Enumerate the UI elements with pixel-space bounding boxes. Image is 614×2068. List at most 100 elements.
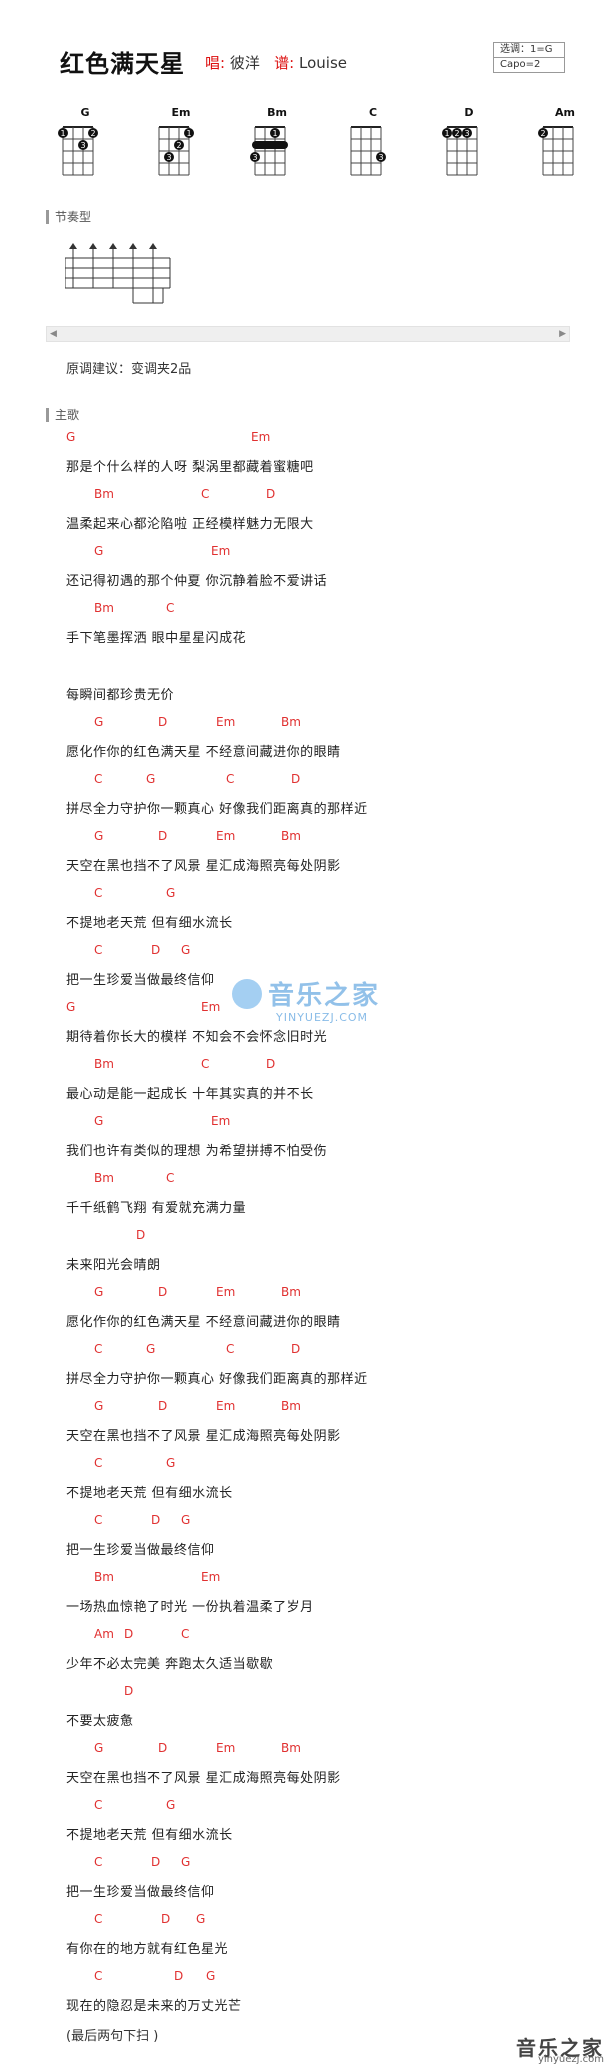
chord-symbol: Bm — [94, 487, 114, 501]
chord-symbol: C — [94, 1912, 103, 1926]
chord-row: CDG — [66, 1513, 586, 1529]
chord-symbol: G — [94, 1285, 104, 1299]
song-title: 红色满天星 — [60, 50, 185, 78]
lyric-line: C D G 有你在的地方就有红色星光 — [66, 1900, 586, 1957]
chord-row: Bm C — [66, 1171, 586, 1187]
chord-symbol: D — [124, 1627, 134, 1641]
chord-symbol: G — [66, 1000, 76, 1014]
chord-symbol: Bm — [281, 1399, 301, 1413]
chord-symbol: D — [174, 1969, 184, 1983]
lyric-line: C G 不提地老天荒 但有细水流长 — [66, 1444, 586, 1501]
horizontal-scrollbar[interactable]: ◀ ▶ — [46, 326, 570, 342]
chord-name: Am — [555, 106, 575, 119]
lyric-text: 千千纸鹤飞翔 有爱就充满力量 — [66, 1201, 247, 1216]
lyric-text: 有你在的地方就有红色星光 — [66, 1942, 229, 1957]
chord-symbol: G — [94, 1399, 104, 1413]
chord-symbol: C — [94, 1969, 103, 1983]
chord-row: CG — [66, 1456, 586, 1472]
chord-symbol: D — [291, 1342, 301, 1356]
chord-symbol: Em — [216, 1741, 236, 1755]
finger-number: 1 — [186, 129, 191, 138]
chord-symbol: C — [94, 1513, 103, 1527]
chord-symbol: G — [94, 715, 104, 729]
chord-grid: 123 — [58, 126, 98, 176]
lyric-text: 拼尽全力守护你一颗真心 好像我们距离真的那样近 — [66, 802, 368, 817]
lyric-text: 温柔起来心都沦陷啦 正经模样魅力无限大 — [66, 517, 314, 532]
chord-symbol: D — [266, 487, 276, 501]
chord-row: Bm C — [66, 601, 586, 617]
lyric-text: 愿化作你的红色满天星 不经意间藏进你的眼睛 — [66, 1315, 341, 1330]
chord-row: Bm C D — [66, 1057, 586, 1073]
lyrics-sheet: G Em 那是个什么样的人呀 梨涡里都藏着蜜糖吧 Bm C D 温柔起来心都沦陷啦 正经模样… — [66, 418, 586, 2014]
ending-note: (最后两句下扫 ) — [66, 2029, 159, 2044]
lyric-line: G D Em Bm 天空在黑也挡不了风景 星汇成海照亮每处阴影 — [66, 1729, 586, 1786]
chord-symbol: C — [94, 886, 103, 900]
chord-grid: 13 — [250, 126, 288, 176]
lyric-line: C D G 把一生珍爱当做最终信仰 — [66, 1843, 586, 1900]
key-info: 选调：1=G — [500, 44, 553, 55]
chord-symbol: C — [166, 1171, 175, 1185]
chord-grid: 2 — [538, 126, 574, 176]
lyric-text: 天空在黑也挡不了风景 星汇成海照亮每处阴影 — [66, 1771, 341, 1786]
chord-symbol: G — [66, 430, 76, 444]
scroll-left-icon[interactable]: ◀ — [50, 329, 57, 339]
chord-grid: 123 — [442, 126, 478, 176]
lyric-line: Bm Em 一场热血惊艳了时光 一份执着温柔了岁月 — [66, 1558, 586, 1615]
chord-symbol: G — [166, 1798, 176, 1812]
lyric-line: Bm C 手下笔墨挥洒 眼中星星闪成花 — [66, 589, 586, 646]
finger-number: 1 — [272, 129, 277, 138]
barre-mark — [252, 141, 288, 149]
finger-number: 2 — [454, 129, 459, 138]
chord-symbol: G — [196, 1912, 206, 1926]
lyric-text: 天空在黑也挡不了风景 星汇成海照亮每处阴影 — [66, 859, 341, 874]
chord-diagram-d: D 123 — [439, 106, 499, 186]
lyric-text: 手下笔墨挥洒 眼中星星闪成花 — [66, 631, 247, 646]
chord-symbol: Bm — [94, 601, 114, 615]
footer-logo: 音乐之家 yinyuezj.com — [478, 2032, 608, 2066]
chord-row: G D Em Bm — [66, 1741, 586, 1757]
chord-symbol: Bm — [281, 1285, 301, 1299]
lyric-text: 少年不必太完美 奔跑太久适当歇歇 — [66, 1657, 274, 1672]
chord-symbol: C — [201, 1057, 210, 1071]
chord-name: C — [368, 106, 378, 119]
chord-symbol: Em — [251, 430, 271, 444]
lyric-text: 不要太疲惫 — [66, 1714, 134, 1729]
chord-symbol: C — [94, 1798, 103, 1812]
finger-number: 3 — [378, 153, 383, 162]
lyric-text: 未来阳光会晴朗 — [66, 1258, 161, 1273]
chord-symbol: Em — [201, 1000, 221, 1014]
lyric-text: 拼尽全力守护你一颗真心 好像我们距离真的那样近 — [66, 1372, 368, 1387]
chord-symbol: G — [181, 943, 191, 957]
lyric-text: 还记得初遇的那个仲夏 你沉静着脸不爱讲话 — [66, 574, 328, 589]
chord-row: D — [66, 1684, 586, 1700]
chord-symbol: D — [151, 1855, 161, 1869]
chord-row: CDG — [66, 1912, 586, 1928]
scroll-right-icon[interactable]: ▶ — [559, 329, 566, 339]
chord-symbol: Em — [216, 829, 236, 843]
chord-symbol: C — [94, 943, 103, 957]
chord-symbol: D — [124, 1684, 134, 1698]
lyric-line: C D G 把一生珍爱当做最终信仰 — [66, 1501, 586, 1558]
chord-row: CG — [66, 1798, 586, 1814]
chord-diagrams: G 1 2 3 Em 1 2 3 Bm 1 3 C 3 D 1 2 3 Am 2 — [55, 106, 575, 186]
chord-diagram-am: Am 2 — [535, 106, 595, 186]
lyric-line: Bm C 千千纸鹤飞翔 有爱就充满力量 — [66, 1159, 586, 1216]
chord-row: Bm C D — [66, 487, 586, 503]
chord-name: Em — [171, 106, 191, 119]
lyric-line: C G C D 拼尽全力守护你一颗真心 好像我们距离真的那样近 — [66, 760, 586, 817]
finger-number: 3 — [80, 141, 85, 150]
chord-row: G D Em Bm — [66, 1399, 586, 1415]
chord-symbol: Am — [94, 1627, 114, 1641]
chord-symbol: G — [181, 1513, 191, 1527]
chord-row: G Em — [66, 430, 586, 446]
lyric-text: 现在的隐忍是未来的万丈光芒 — [66, 1999, 242, 2014]
chord-symbol: Bm — [281, 715, 301, 729]
capo-info: Capo=2 — [494, 57, 564, 72]
lyric-text: 不提地老天荒 但有细水流长 — [66, 1828, 233, 1843]
chord-symbol: C — [226, 772, 235, 786]
lyric-line: C G 不提地老天荒 但有细水流长 — [66, 874, 586, 931]
chord-symbol: G — [94, 1741, 104, 1755]
chord-symbol: C — [201, 487, 210, 501]
chord-symbol: Em — [201, 1570, 221, 1584]
chord-symbol: D — [158, 1741, 168, 1755]
